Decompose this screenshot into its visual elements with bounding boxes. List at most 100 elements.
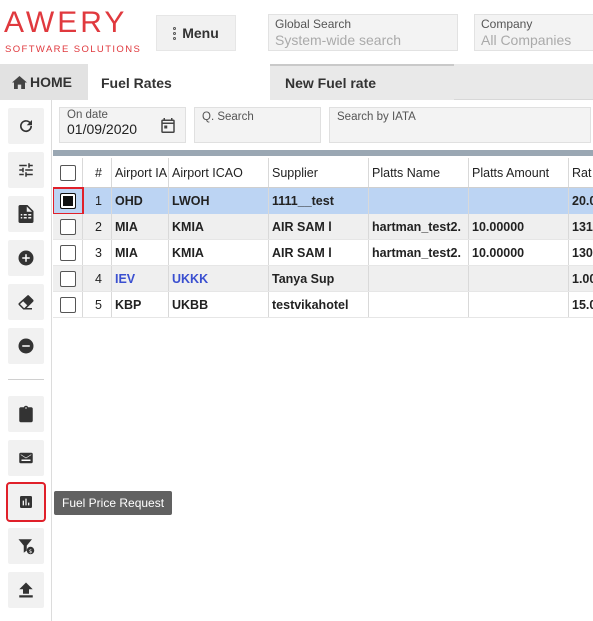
iata-search-placeholder: Search by IATA — [337, 111, 416, 123]
plus-circle-icon — [18, 250, 34, 266]
calendar-icon[interactable] — [159, 116, 177, 135]
toolbar-divider — [8, 379, 44, 380]
cell-icao: KMIA — [169, 214, 269, 239]
cell-icao: KMIA — [169, 240, 269, 265]
column-header-number[interactable]: # — [83, 158, 112, 187]
fuel-rates-table: # Airport IA Airport ICAO Supplier Platt… — [53, 150, 593, 320]
cell-platts-amount: 10.00000 — [469, 240, 569, 265]
cell-iata: MIA — [112, 240, 169, 265]
kebab-icon — [173, 26, 177, 40]
fuel-price-request-tooltip: Fuel Price Request — [54, 491, 173, 515]
cell-platts-name: hartman_test2. — [369, 240, 469, 265]
global-search-field[interactable]: Global Search System-wide search — [268, 14, 458, 51]
row-checkbox-cell — [53, 292, 83, 317]
cell-supplier: AIR SAM l — [269, 240, 369, 265]
svg-text:$: $ — [29, 549, 32, 555]
minus-circle-icon — [18, 338, 34, 354]
upload-icon — [19, 582, 33, 598]
cell-rate: 130 — [572, 245, 593, 260]
company-placeholder: All Companies — [481, 32, 572, 48]
tab-fuel-rates[interactable]: Fuel Rates — [88, 64, 270, 101]
menu-button[interactable]: Menu — [156, 15, 236, 51]
table-row[interactable]: 3 MIA KMIA AIR SAM l hartman_test2. 10.00000 1… — [53, 240, 593, 266]
cell-iata: OHD — [112, 188, 169, 214]
cell-rate: 20.0 — [572, 194, 593, 208]
tune-icon — [19, 163, 33, 177]
remove-button[interactable] — [8, 328, 44, 364]
column-header-supplier[interactable]: Supplier — [269, 158, 369, 187]
email-icon — [19, 452, 33, 464]
currency-filter-button[interactable]: $ — [8, 528, 44, 564]
cell-num: 5 — [83, 292, 112, 317]
q-search-input[interactable]: Q. Search — [194, 107, 321, 143]
table-row[interactable]: 1 OHD LWOH 1111__test 20.0 — [53, 187, 593, 215]
tab-new-fuel-rate[interactable]: New Fuel rate — [270, 64, 454, 100]
spreadsheet-icon — [18, 205, 34, 223]
cell-num: 2 — [83, 214, 112, 239]
logo: AWERY — [4, 6, 128, 39]
fuel-price-request-button[interactable] — [6, 482, 46, 522]
cell-rate: 1.00 — [572, 271, 593, 286]
cell-iata[interactable]: IEV — [112, 266, 169, 291]
column-header-airport-icao[interactable]: Airport ICAO — [169, 158, 269, 187]
column-header-rate[interactable]: Rat — [569, 158, 593, 187]
tab-home[interactable]: HOME — [0, 64, 88, 100]
row-checkbox[interactable] — [59, 193, 76, 209]
cell-platts-name — [369, 292, 469, 317]
export-button[interactable] — [8, 196, 44, 232]
column-header-platts-name[interactable]: Platts Name — [369, 158, 469, 187]
iata-search-input[interactable]: Search by IATA — [329, 107, 591, 143]
row-checkbox[interactable] — [59, 244, 76, 261]
menu-label: Menu — [182, 25, 219, 41]
cell-supplier: 1111__test — [269, 188, 369, 214]
clipboard-icon — [19, 405, 33, 423]
cell-supplier: testvikahotel — [269, 292, 369, 317]
action-toolbar: $ — [0, 100, 52, 621]
cell-icao[interactable]: UKKK — [169, 266, 269, 291]
table-row[interactable]: 4 IEV UKKK Tanya Sup 1.00 — [53, 266, 593, 292]
filter-dollar-icon: $ — [18, 539, 35, 555]
upload-button[interactable] — [8, 572, 44, 608]
tab-bar: HOME Fuel Rates New Fuel rate — [0, 64, 593, 101]
row-checkbox-cell — [53, 214, 83, 239]
cell-icao: LWOH — [169, 188, 269, 214]
bar-chart-icon — [20, 496, 32, 508]
row-checkbox-cell — [53, 240, 83, 265]
select-all-checkbox[interactable] — [59, 164, 76, 181]
q-search-placeholder: Q. Search — [202, 111, 254, 123]
cell-platts-amount — [469, 292, 569, 317]
table-row[interactable]: 5 KBP UKBB testvikahotel 15.0 — [53, 292, 593, 318]
tab-fuel-rates-label: Fuel Rates — [101, 74, 172, 91]
column-header-platts-amount[interactable]: Platts Amount — [469, 158, 569, 187]
table-row[interactable]: 2 MIA KMIA AIR SAM l hartman_test2. 10.00000 1… — [53, 214, 593, 240]
row-checkbox-cell — [53, 266, 83, 291]
filter-settings-button[interactable] — [8, 152, 44, 188]
cell-iata: KBP — [112, 292, 169, 317]
company-select[interactable]: Company All Companies — [474, 14, 593, 51]
table-header-row: # Airport IA Airport ICAO Supplier Platt… — [53, 158, 593, 188]
column-header-airport-iata[interactable]: Airport IA — [112, 158, 169, 187]
cell-iata: MIA — [112, 214, 169, 239]
cell-platts-amount — [469, 188, 569, 214]
cell-rate: 15.0 — [572, 297, 593, 312]
on-date-field[interactable]: On date 01/09/2020 — [59, 107, 186, 143]
clipboard-button[interactable] — [8, 396, 44, 432]
add-button[interactable] — [8, 240, 44, 276]
row-checkbox[interactable] — [59, 270, 76, 287]
refresh-button[interactable] — [8, 108, 44, 144]
cell-num: 4 — [83, 266, 112, 291]
tab-home-label: HOME — [30, 74, 72, 90]
eraser-icon — [18, 295, 34, 310]
logo-subtitle: SOFTWARE SOLUTIONS — [5, 44, 142, 55]
row-checkbox-cell — [53, 187, 84, 215]
email-button[interactable] — [8, 440, 44, 476]
refresh-icon — [20, 120, 33, 133]
cell-supplier: Tanya Sup — [269, 266, 369, 291]
row-checkbox[interactable] — [59, 296, 76, 313]
cell-icao: UKBB — [169, 292, 269, 317]
clear-button[interactable] — [8, 284, 44, 320]
cell-platts-amount — [469, 266, 569, 291]
home-icon — [12, 75, 27, 89]
row-checkbox[interactable] — [59, 218, 76, 235]
cell-supplier: AIR SAM l — [269, 214, 369, 239]
